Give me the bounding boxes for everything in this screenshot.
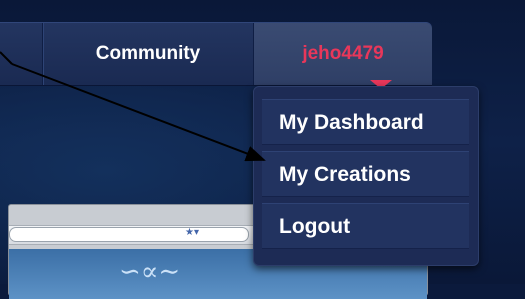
arrow-line [11,63,266,162]
annotation-arrow [0,51,266,162]
arrow-tail [0,51,13,65]
